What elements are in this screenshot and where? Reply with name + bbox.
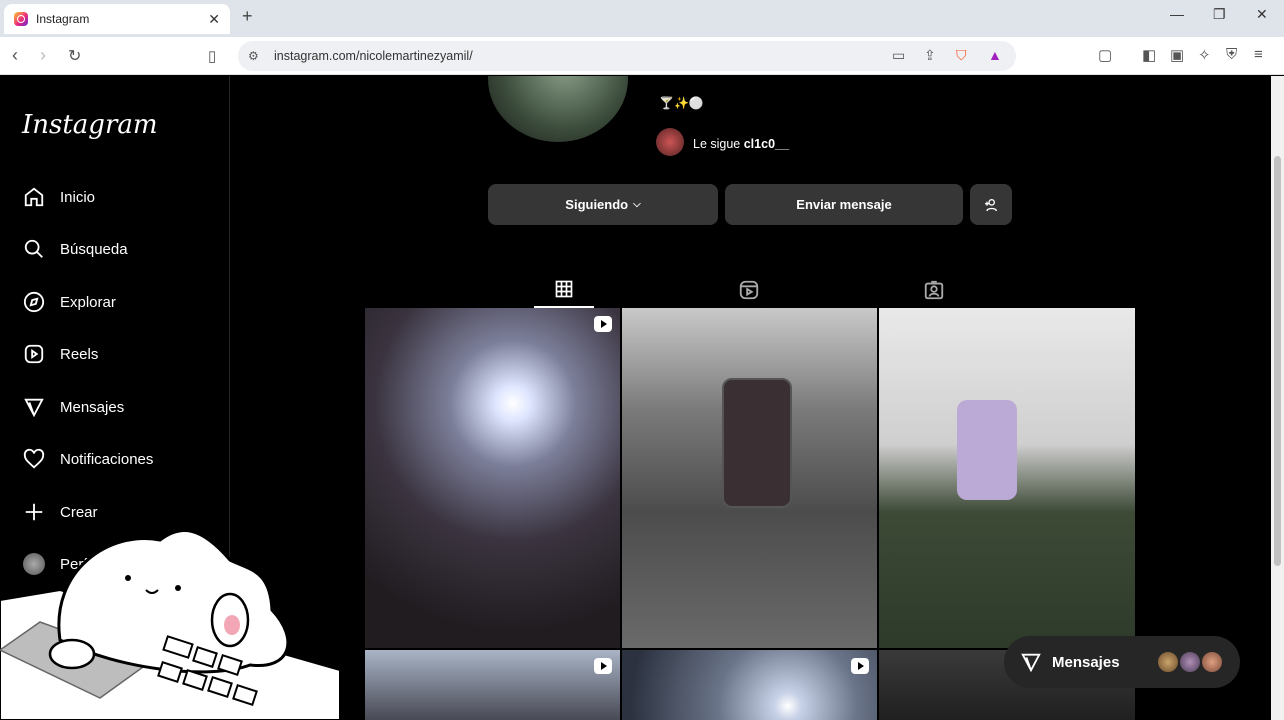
sidebar-item-reels[interactable]: Reels (22, 339, 98, 369)
close-window-icon[interactable]: ✕ (1256, 6, 1268, 23)
menu-icon[interactable]: ≡ (1254, 46, 1263, 63)
compass-icon (22, 290, 46, 314)
add-person-icon (985, 198, 997, 211)
page-scrollbar[interactable] (1271, 76, 1284, 720)
reel-badge-icon (594, 316, 612, 332)
send-message-label: Enviar mensaje (796, 197, 892, 212)
url-text: instagram.com/nicolemartinezyamil/ (274, 49, 473, 63)
scrollbar-thumb[interactable] (1274, 156, 1281, 566)
messages-floating-button[interactable]: Mensajes (1004, 636, 1240, 688)
reels-icon (739, 280, 759, 300)
send-message-button[interactable]: Enviar mensaje (725, 184, 963, 225)
sidebar-item-busqueda[interactable]: Búsqueda (22, 234, 128, 264)
sidebar-toggle-icon[interactable]: ◧ (1142, 46, 1156, 64)
reels-tab[interactable] (719, 272, 779, 308)
home-icon (22, 185, 46, 209)
new-tab-button[interactable]: + (242, 6, 253, 27)
following-button-label: Siguiendo (565, 197, 629, 212)
share-icon[interactable]: ⇪ (924, 47, 936, 64)
reels-icon (22, 342, 46, 366)
following-button[interactable]: Siguiendo ⌵ (488, 184, 718, 225)
brave-rewards-icon[interactable]: ▲ (988, 47, 1002, 63)
message-avatar (1200, 650, 1224, 674)
instagram-logo[interactable]: Instagram (22, 110, 158, 140)
forward-icon[interactable]: › (40, 45, 46, 66)
reading-list-icon[interactable]: ▢ (1098, 46, 1112, 64)
sidebar-item-crear[interactable]: Crear (22, 497, 98, 527)
sidebar-item-label: Explorar (60, 293, 116, 311)
reload-icon[interactable]: ↻ (68, 46, 81, 66)
sidebar-item-notificaciones[interactable]: Notificaciones (22, 444, 153, 474)
sidebar-item-explorar[interactable]: Explorar (22, 287, 116, 317)
instagram-favicon-icon (14, 12, 28, 26)
grid-icon (555, 280, 573, 298)
tagged-tab[interactable] (904, 272, 964, 308)
brave-shield-icon[interactable]: ⛉ (956, 47, 967, 64)
cast-icon[interactable]: ▭ (892, 47, 905, 64)
sidebar-item-label: Reels (60, 345, 99, 363)
bongo-cat-overlay (0, 530, 340, 720)
chevron-down-icon: ⌵ (633, 199, 641, 210)
close-tab-icon[interactable]: ✕ (208, 11, 220, 28)
browser-toolbar: ‹ › ↻ ▯ ⚙ instagram.com/nicolemartinezya… (0, 37, 1284, 75)
sidebar-item-inicio[interactable]: Inicio (22, 182, 95, 212)
suggest-users-button[interactable] (970, 184, 1012, 225)
sidebar-item-mensajes[interactable]: Mensajes (22, 392, 124, 422)
follower-avatar[interactable] (656, 128, 684, 156)
minimize-icon[interactable]: — (1170, 6, 1184, 22)
sidebar-item-label: Notificaciones (60, 450, 154, 468)
reel-badge-icon (851, 658, 869, 674)
messages-label: Mensajes (1052, 653, 1120, 671)
heart-icon (22, 447, 46, 471)
sidebar-item-label: Crear (60, 503, 98, 521)
site-settings-icon[interactable]: ⚙ (248, 49, 259, 63)
back-icon[interactable]: ‹ (12, 45, 18, 66)
message-avatar (1178, 650, 1202, 674)
plus-icon (22, 500, 46, 524)
sidebar-item-label: Inicio (60, 188, 96, 206)
restore-icon[interactable]: ❐ (1213, 6, 1226, 23)
post-thumbnail[interactable] (622, 308, 877, 648)
post-thumbnail[interactable] (365, 650, 620, 720)
profile-avatar-large[interactable] (488, 76, 628, 142)
sidebar-item-label: Búsqueda (60, 240, 128, 258)
profile-main: 🍸✨⚪ Le sigue cl1c0__ Siguiendo ⌵ Enviar … (231, 76, 1271, 720)
profile-tabs (365, 272, 1135, 308)
messages-icon (1021, 653, 1041, 673)
browser-tab-bar: Instagram ✕ + — ❐ ✕ (0, 0, 1284, 37)
leo-ai-icon[interactable]: ✧ (1198, 46, 1211, 64)
vpn-icon[interactable]: ⛨ (1226, 46, 1237, 63)
reel-badge-icon (594, 658, 612, 674)
search-icon (22, 237, 46, 261)
messages-icon (22, 395, 46, 419)
wallet-icon[interactable]: ▣ (1170, 46, 1184, 64)
tab-title: Instagram (36, 12, 90, 26)
post-thumbnail[interactable] (365, 308, 620, 648)
tagged-icon (924, 280, 944, 300)
browser-tab[interactable]: Instagram ✕ (4, 4, 230, 34)
followed-by-text[interactable]: Le sigue cl1c0__ (693, 137, 789, 151)
posts-grid-tab[interactable] (534, 272, 594, 308)
bio-emojis: 🍸✨⚪ (659, 96, 704, 110)
bookmark-icon[interactable]: ▯ (208, 47, 216, 65)
post-thumbnail[interactable] (879, 308, 1135, 648)
sidebar-item-label: Mensajes (60, 398, 125, 416)
message-avatar (1156, 650, 1180, 674)
post-thumbnail[interactable] (622, 650, 877, 720)
address-bar[interactable]: ⚙ instagram.com/nicolemartinezyamil/ ▭ ⇪… (238, 41, 1016, 71)
